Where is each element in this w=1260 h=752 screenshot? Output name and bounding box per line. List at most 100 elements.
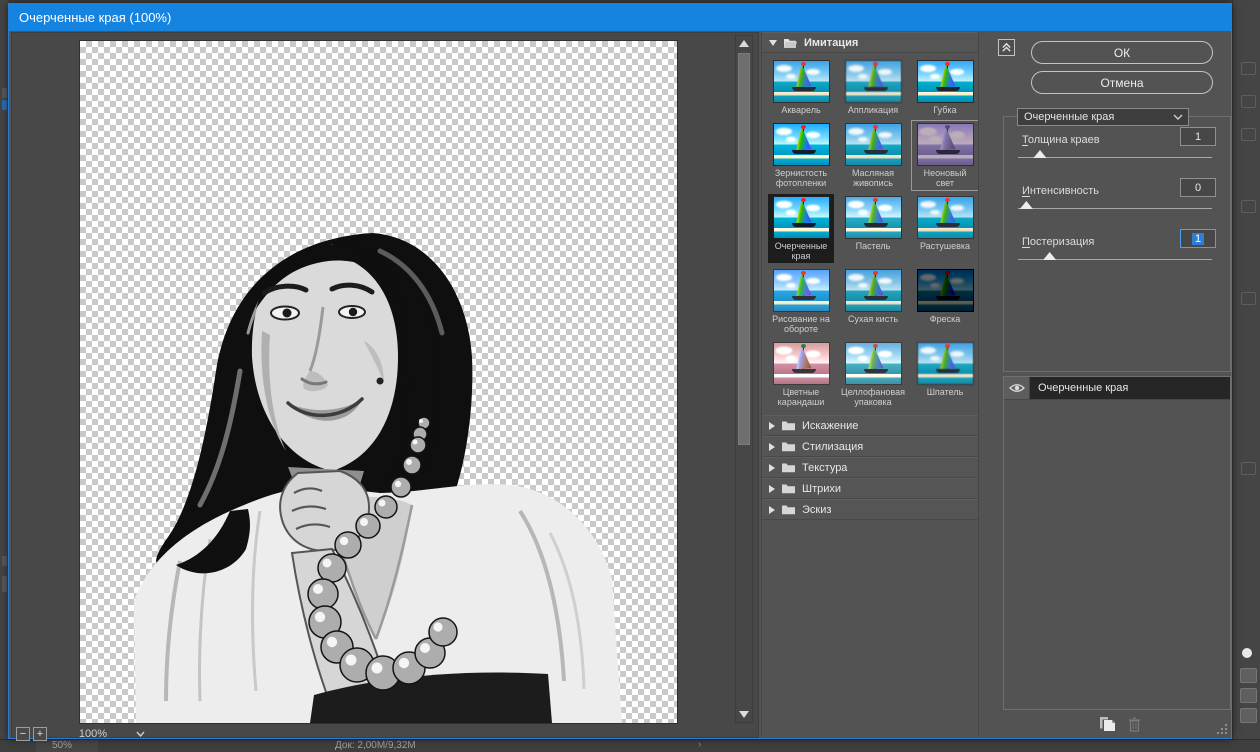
preview-image[interactable] [80, 41, 677, 723]
filter-thumbnail-label: Очерченные края [770, 241, 832, 261]
background-panel-icon [1241, 200, 1256, 213]
visibility-toggle[interactable] [1004, 377, 1030, 399]
preview-pane: − + 100% [11, 32, 759, 738]
effect-layer-name: Очерченные края [1030, 377, 1230, 399]
preview-zoom-controls: − + 100% [16, 726, 151, 742]
sailboat-thumbnail-image [774, 124, 829, 165]
parameter-value-field[interactable]: 0 [1180, 178, 1216, 197]
cancel-button[interactable]: Отмена [1031, 71, 1213, 94]
parameter-value-field[interactable]: 1 [1180, 127, 1216, 146]
category-label: Текстура [802, 462, 847, 474]
delete-effect-layer-icon[interactable] [1128, 717, 1141, 732]
scroll-up-icon[interactable] [736, 36, 752, 51]
parameter-value-field[interactable]: 1 [1180, 229, 1216, 248]
resize-grip[interactable] [1215, 724, 1229, 736]
filter-thumbnail[interactable]: Масляная живопись [840, 121, 906, 190]
background-panel-icon [1241, 462, 1256, 475]
filter-thumbnail[interactable]: Шпатель [912, 340, 978, 409]
filter-thumbnail[interactable]: Неоновый свет [912, 121, 978, 190]
category-row[interactable]: Стилизация [762, 436, 978, 457]
background-panel-icon [1241, 95, 1256, 108]
closed-folder-icon [781, 420, 796, 431]
filter-thumbnail[interactable]: Зернистость фотопленки [768, 121, 834, 190]
statusbar-arrow-icon: › [698, 739, 701, 750]
filter-thumbnail-label: Аппликация [848, 105, 898, 115]
sailboat-thumbnail-image [774, 197, 829, 238]
sailboat-thumbnail-image [918, 343, 973, 384]
background-panel-icon [1240, 688, 1257, 703]
background-statusbar: 50% Док: 2,00М/9,32М › [0, 739, 1260, 752]
slider-thumb[interactable] [1033, 150, 1046, 158]
open-folder-icon [783, 37, 798, 49]
scroll-down-icon[interactable] [736, 707, 752, 722]
category-label: Стилизация [802, 441, 863, 453]
filter-browser: Имитация Акварель Аппликация [761, 32, 979, 736]
slider-track[interactable] [1018, 208, 1212, 209]
closed-folder-icon [781, 441, 796, 452]
effect-layer-row[interactable]: Очерченные края [1004, 377, 1230, 400]
category-imitation[interactable]: Имитация [762, 32, 978, 53]
zoom-in-button[interactable]: + [33, 727, 47, 741]
sailboat-thumbnail-image [846, 343, 901, 384]
background-panel-icon [1241, 62, 1256, 75]
category-row[interactable]: Штрихи [762, 478, 978, 499]
filter-select-value: Очерченные края [1024, 111, 1114, 123]
closed-folder-icon [781, 483, 796, 494]
filter-thumbnail[interactable]: Цветные карандаши [768, 340, 834, 409]
sailboat-thumbnail-image [918, 124, 973, 165]
zoom-dropdown-chevron-icon[interactable] [129, 727, 151, 742]
parameter-group: Постеризация 1 [1022, 232, 1216, 270]
filter-thumbnail-label: Растушевка [920, 241, 970, 251]
category-row[interactable]: Эскиз [762, 499, 978, 520]
slider-thumb[interactable] [1043, 252, 1056, 260]
filter-thumbnail-label: Неоновый свет [914, 168, 976, 188]
zoom-out-button[interactable]: − [16, 727, 30, 741]
double-chevron-up-icon [1001, 42, 1012, 53]
background-panel-dock [1232, 0, 1260, 751]
filter-thumbnail[interactable]: Растушевка [912, 194, 978, 263]
closed-folder-icon [781, 504, 796, 515]
category-label: Имитация [804, 37, 858, 49]
filter-thumbnail-label: Фреска [930, 314, 961, 324]
sailboat-thumbnail-image [774, 270, 829, 311]
hide-thumbnails-button[interactable] [998, 39, 1015, 56]
preview-vertical-scrollbar[interactable] [735, 35, 753, 723]
collapse-triangle-icon [769, 40, 777, 46]
sailboat-thumbnail-image [774, 343, 829, 384]
filter-thumbnail-label: Шпатель [927, 387, 964, 397]
dialog-titlebar[interactable]: Очерченные края (100%) [9, 4, 1231, 31]
zoom-level-dropdown[interactable]: 100% [60, 727, 126, 742]
new-effect-layer-icon[interactable] [1099, 716, 1116, 732]
category-row[interactable]: Текстура [762, 457, 978, 478]
scrollbar-thumb[interactable] [738, 53, 750, 445]
expand-triangle-icon [769, 464, 775, 472]
filter-thumbnail[interactable]: Рисование на обороте [768, 267, 834, 336]
filter-thumbnail[interactable]: Фреска [912, 267, 978, 336]
background-panel-icon [1240, 668, 1257, 683]
filter-select-dropdown[interactable]: Очерченные края [1017, 108, 1189, 126]
parameter-group: Интенсивность 0 [1022, 181, 1216, 219]
filter-gallery-dialog: Очерченные края (100%) [8, 3, 1232, 739]
parameter-label: Постеризация [1022, 236, 1094, 248]
eye-icon [1009, 383, 1025, 393]
filter-thumbnail[interactable]: Аппликация [840, 58, 906, 117]
filter-thumbnail[interactable]: Сухая кисть [840, 267, 906, 336]
filter-thumbnail[interactable]: Целлофановая упаковка [840, 340, 906, 409]
filter-thumbnail[interactable]: Пастель [840, 194, 906, 263]
effect-layer-actions [1099, 716, 1141, 732]
category-label: Штрихи [802, 483, 841, 495]
slider-track[interactable] [1018, 157, 1212, 158]
ok-button[interactable]: ОК [1031, 41, 1213, 64]
statusbar-doc-info: Док: 2,00М/9,32М [335, 740, 416, 751]
parameter-label: Толщина краев [1022, 134, 1100, 146]
filter-thumbnail[interactable]: Акварель [768, 58, 834, 117]
category-row[interactable]: Искажение [762, 415, 978, 436]
filter-parameters-panel: Толщина краев 1 Интенсивность 0 Постериз… [1003, 116, 1231, 372]
filter-thumbnail[interactable]: Губка [912, 58, 978, 117]
background-panel-icon [1240, 708, 1257, 723]
background-tool-icon [2, 88, 7, 98]
expand-triangle-icon [769, 422, 775, 430]
preview-portrait-svg [80, 41, 677, 723]
filter-thumbnail[interactable]: Очерченные края [768, 194, 834, 263]
slider-thumb[interactable] [1020, 201, 1033, 209]
